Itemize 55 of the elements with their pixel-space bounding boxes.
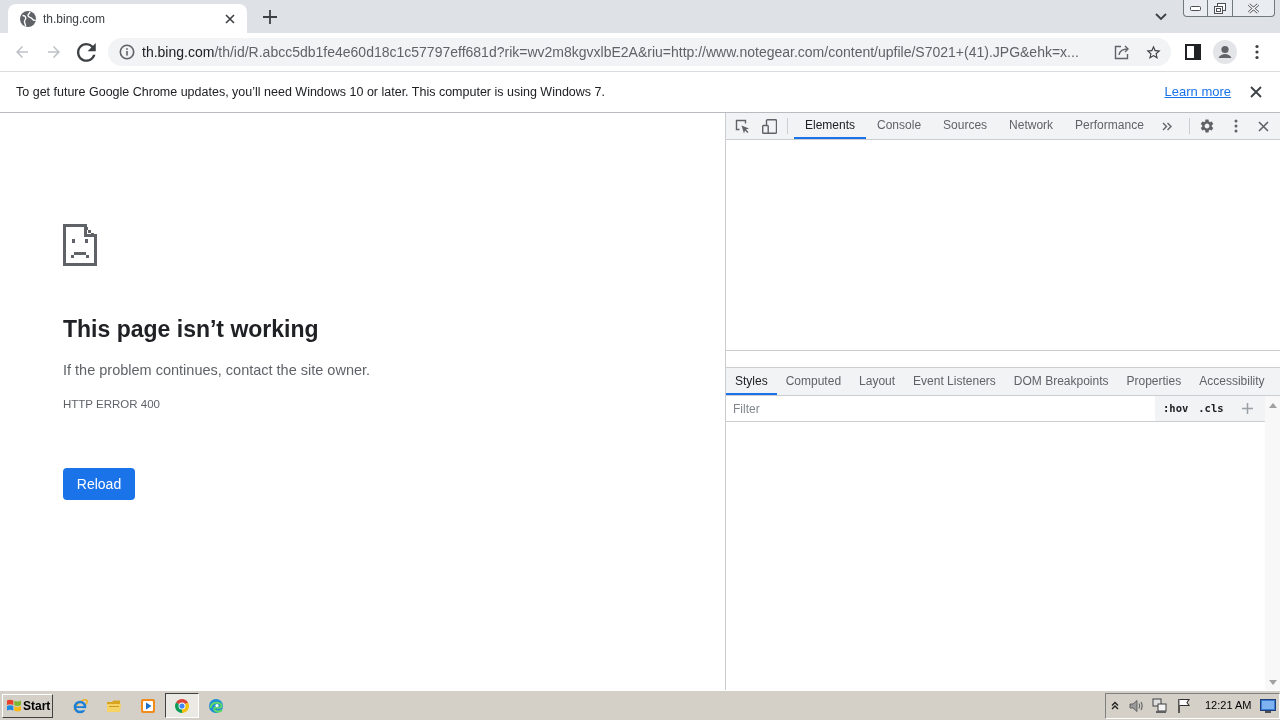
reload-button[interactable]: Reload [63,468,135,500]
close-icon[interactable] [225,13,235,24]
devtools-tab[interactable]: Performance [1064,113,1155,139]
styles-pane-tab[interactable]: Accessibility [1190,368,1274,395]
ring-logo-icon [174,697,190,714]
styles-pane-tab[interactable]: Event Listeners [904,368,1005,395]
chevron-down-icon[interactable] [1155,13,1167,21]
style-toggle-button[interactable]: :hov [1163,400,1189,417]
styles-pane-tab[interactable]: DOM Breakpoints [1004,368,1118,395]
inspect-element-icon[interactable] [735,118,750,134]
devtools-tab[interactable]: Console [866,113,933,139]
swirl-logo-icon [208,697,224,714]
infobar-message: To get future Google Chrome updates, you’ll need Windows 10 or later. This computer is using Windows 7. [16,83,606,101]
letter-e-logo-icon [72,697,88,714]
browser-tab[interactable]: th.bing.com [8,4,247,33]
style-toggle-button[interactable]: .cls [1198,400,1224,417]
error-code: HTTP ERROR 400 [63,397,160,412]
sad-document-icon [63,224,97,266]
close-icon [1247,2,1260,14]
restore-icon [1214,2,1226,14]
error-message: If the problem continues, contact the site owner. [63,361,371,380]
close-icon[interactable] [1258,120,1269,132]
star-icon[interactable] [1145,43,1162,61]
devtools-tab[interactable]: Network [998,113,1065,139]
avatar-icon[interactable] [1213,40,1237,64]
error-heading: This page isn’t working [63,315,319,343]
play-tile-icon [140,697,156,714]
clock-text[interactable]: 12:21 AM [1205,697,1252,714]
learn-more-link[interactable]: Learn more [1164,82,1231,102]
close-icon[interactable] [1250,86,1262,98]
styles-pane-tab[interactable]: Computed [776,368,851,395]
minimize-icon [1190,5,1201,11]
start-button[interactable]: Start [2,693,53,718]
more-tabs-icon[interactable] [1161,121,1172,131]
network-icon[interactable] [1152,697,1168,714]
styles-pane-tab[interactable]: Layout [850,368,905,395]
menu-dots-icon[interactable] [1234,119,1238,133]
windows-flag-icon [6,698,22,713]
devtools-tab[interactable]: Sources [932,113,999,139]
globe-icon [20,10,36,27]
taskbar-app-button[interactable] [165,693,199,718]
speaker-icon[interactable] [1129,697,1145,714]
reload-icon[interactable] [76,42,96,62]
show-desktop-icon[interactable] [1260,698,1277,713]
settings-icon[interactable] [1199,118,1215,134]
devtools-tab[interactable]: Elements [794,113,867,139]
device-toolbar-icon[interactable] [762,118,777,134]
share-icon[interactable] [1114,44,1130,60]
chevron-up-icon[interactable] [1111,701,1119,710]
address-bar[interactable]: th.bing.com/th/id/R.abcc5db1fe4e60d18c1c57797eff681d?rik=wv2m8kgvxlbE2A&riu=http://www.notegear.com/content/upfile/S7021+(41).JPG&ehk=x... [108,38,1171,66]
styles-pane-tab[interactable]: Properties [1117,368,1191,395]
info-icon[interactable] [119,44,135,60]
flag-icon[interactable] [1177,698,1191,713]
new-tab-icon[interactable] [263,9,277,24]
side-panel-icon[interactable] [1185,44,1201,60]
